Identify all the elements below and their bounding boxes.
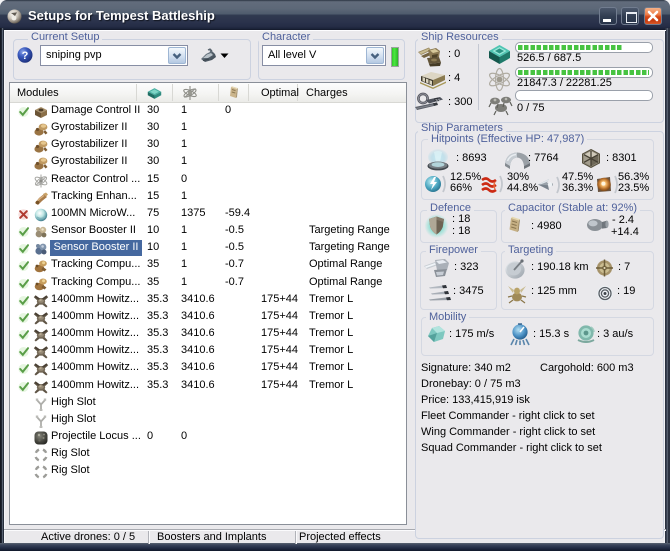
svg-text:?: ? xyxy=(22,50,29,62)
svg-text:30: 30 xyxy=(435,98,440,103)
